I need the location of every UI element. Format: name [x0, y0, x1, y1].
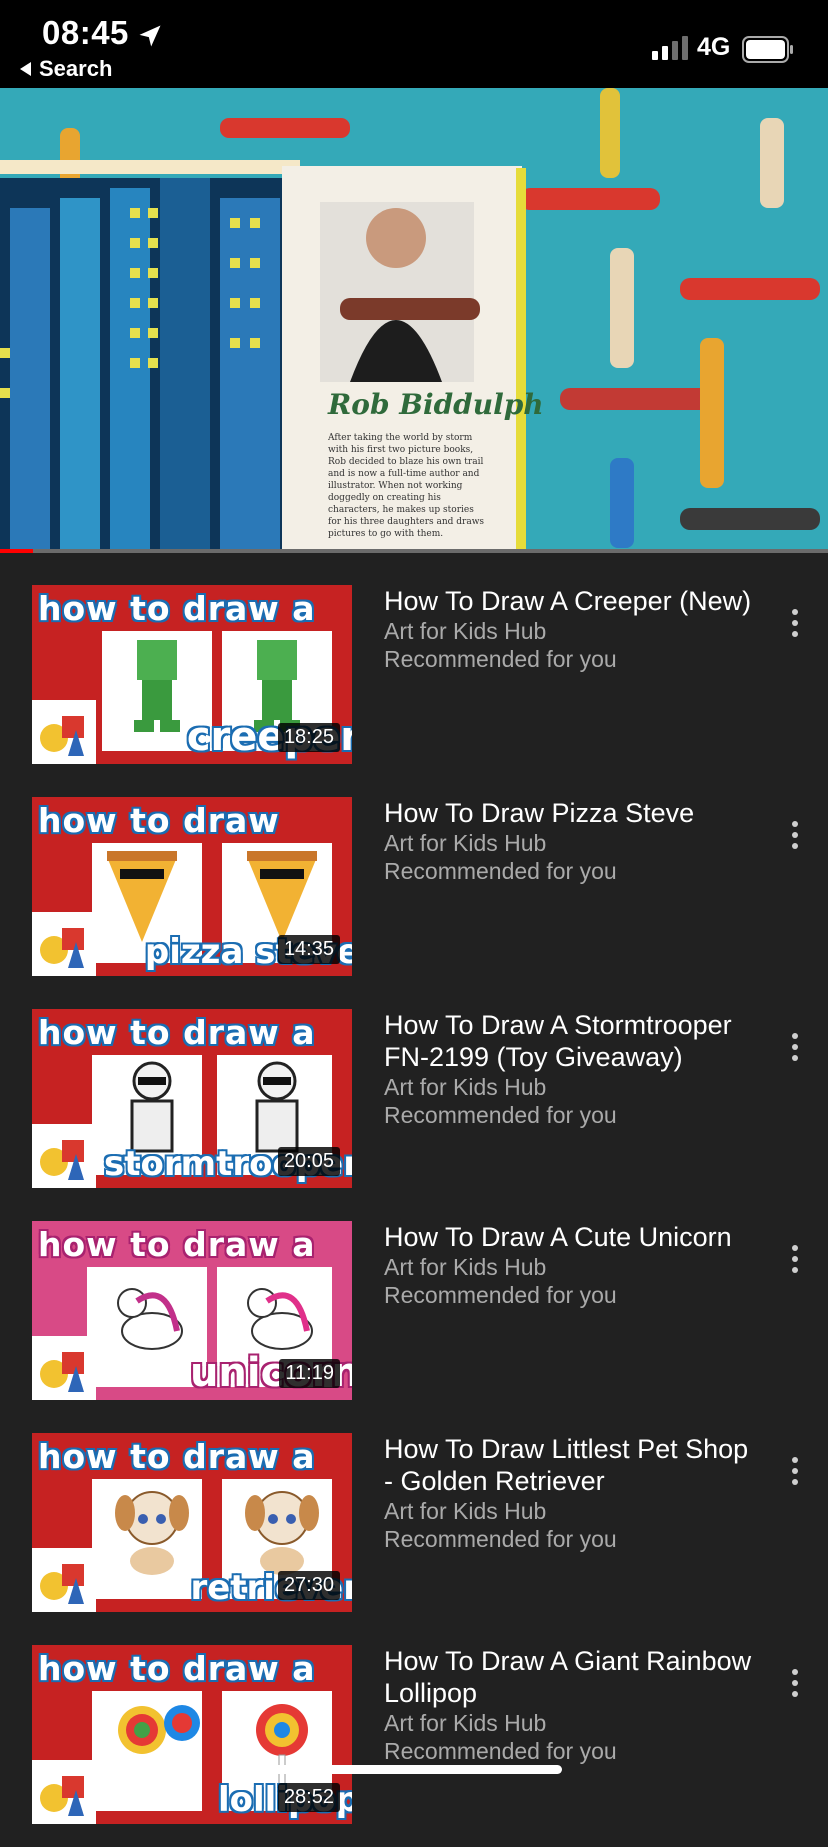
book-page-text: After taking the world by storm with his… — [328, 433, 485, 539]
video-title: How To Draw A Cute Unicorn — [384, 1222, 732, 1252]
unicorn-drawing — [117, 1288, 183, 1350]
art-hub-logo-icon — [32, 1760, 96, 1824]
recommendation-reason: Recommended for you — [384, 1102, 617, 1128]
video-item[interactable]: how to draw a retriever 27:30 How To Dra… — [0, 1423, 828, 1635]
battery-icon — [742, 36, 793, 63]
channel-name: Art for Kids Hub — [384, 1074, 547, 1100]
art-hub-logo-icon — [32, 1124, 96, 1188]
video-duration: 14:35 — [277, 935, 340, 964]
channel-name: Art for Kids Hub — [384, 830, 547, 856]
more-options-icon[interactable] — [784, 605, 806, 641]
video-title: How To Draw A Giant Rainbow Lollipop — [384, 1646, 752, 1708]
video-item[interactable]: how to draw a creeper 18:25 How To Draw … — [0, 575, 828, 787]
video-duration: 11:19 — [279, 1359, 340, 1388]
video-info[interactable]: How To Draw A Cute Unicorn Art for Kids … — [384, 1221, 764, 1309]
back-to-search-button[interactable]: Search — [20, 56, 112, 82]
recommendation-reason: Recommended for you — [384, 1282, 617, 1308]
creeper-drawing — [134, 640, 180, 732]
video-thumbnail[interactable]: how to draw a lollipop 28:52 — [32, 1645, 352, 1824]
recommended-video-list: how to draw a creeper 18:25 How To Draw … — [0, 575, 828, 1847]
video-duration: 20:05 — [277, 1147, 340, 1176]
video-item[interactable]: how to draw a lollipop 28:52 How To Draw… — [0, 1635, 828, 1847]
more-options-icon[interactable] — [784, 1029, 806, 1065]
video-player[interactable]: Rob Biddulph After taking the world by s… — [0, 88, 828, 550]
thumbnail-heading: how to draw a — [38, 1437, 316, 1476]
more-options-icon[interactable] — [784, 1241, 806, 1277]
video-duration: 27:30 — [277, 1571, 340, 1600]
video-info[interactable]: How To Draw Pizza Steve Art for Kids Hub… — [384, 797, 764, 885]
video-duration: 28:52 — [277, 1783, 340, 1812]
book-author-name: Rob Biddulph — [328, 388, 544, 421]
video-title: How To Draw Pizza Steve — [384, 798, 695, 828]
video-thumbnail[interactable]: how to draw a stormtrooper 20:05 — [32, 1009, 352, 1188]
channel-name: Art for Kids Hub — [384, 1498, 547, 1524]
channel-name: Art for Kids Hub — [384, 1710, 547, 1736]
recommendation-reason: Recommended for you — [384, 858, 617, 884]
back-arrow-icon — [20, 62, 31, 76]
thumbnail-heading: how to draw — [38, 801, 280, 840]
video-thumbnail[interactable]: how to draw a retriever 27:30 — [32, 1433, 352, 1612]
thumbnail-heading: how to draw a — [38, 1649, 316, 1688]
video-thumbnail[interactable]: how to draw a unicorn 11:19 — [32, 1221, 352, 1400]
video-item[interactable]: how to draw pizza steve 14:35 How To Dra… — [0, 787, 828, 999]
video-info[interactable]: How To Draw A Creeper (New) Art for Kids… — [384, 585, 764, 673]
video-duration: 18:25 — [277, 723, 340, 752]
signal-icon — [652, 36, 688, 60]
recommendation-reason: Recommended for you — [384, 1526, 617, 1552]
video-thumbnail[interactable]: how to draw pizza steve 14:35 — [32, 797, 352, 976]
video-progress-bar[interactable] — [0, 549, 828, 553]
more-options-icon[interactable] — [784, 817, 806, 853]
network-type: 4G — [697, 33, 731, 61]
lollipop-drawing — [118, 1705, 200, 1754]
channel-name: Art for Kids Hub — [384, 1254, 547, 1280]
video-title: How To Draw A Stormtrooper FN-2199 (Toy … — [384, 1010, 732, 1072]
art-hub-logo-icon — [32, 1336, 96, 1400]
art-hub-logo-icon — [32, 912, 96, 976]
back-label: Search — [39, 56, 113, 81]
thumbnail-heading: how to draw a — [38, 1225, 316, 1264]
video-progress-fill — [0, 549, 34, 553]
art-hub-logo-icon — [32, 700, 96, 764]
video-info[interactable]: How To Draw A Giant Rainbow Lollipop Art… — [384, 1645, 764, 1765]
clock: 08:45 — [42, 14, 129, 51]
video-item[interactable]: how to draw a unicorn 11:19 How To Draw … — [0, 1211, 828, 1423]
video-item[interactable]: how to draw a stormtrooper 20:05 How To … — [0, 999, 828, 1211]
status-bar: 08:45 Search 4G — [0, 0, 828, 88]
video-info[interactable]: How To Draw Littlest Pet Shop - Golden R… — [384, 1433, 764, 1553]
video-title: How To Draw Littlest Pet Shop - Golden R… — [384, 1434, 749, 1496]
channel-name: Art for Kids Hub — [384, 618, 547, 644]
puppy-drawing — [115, 1491, 189, 1575]
home-indicator[interactable] — [266, 1765, 562, 1774]
recommendation-reason: Recommended for you — [384, 1738, 617, 1764]
video-info[interactable]: How To Draw A Stormtrooper FN-2199 (Toy … — [384, 1009, 764, 1129]
thumbnail-heading: how to draw a — [38, 589, 316, 628]
location-arrow-icon — [139, 25, 161, 47]
more-options-icon[interactable] — [784, 1665, 806, 1701]
more-options-icon[interactable] — [784, 1453, 806, 1489]
art-hub-logo-icon — [32, 1548, 96, 1612]
recommendation-reason: Recommended for you — [384, 646, 617, 672]
thumbnail-heading: how to draw a — [38, 1013, 316, 1052]
video-thumbnail[interactable]: how to draw a creeper 18:25 — [32, 585, 352, 764]
video-title: How To Draw A Creeper (New) — [384, 586, 752, 616]
